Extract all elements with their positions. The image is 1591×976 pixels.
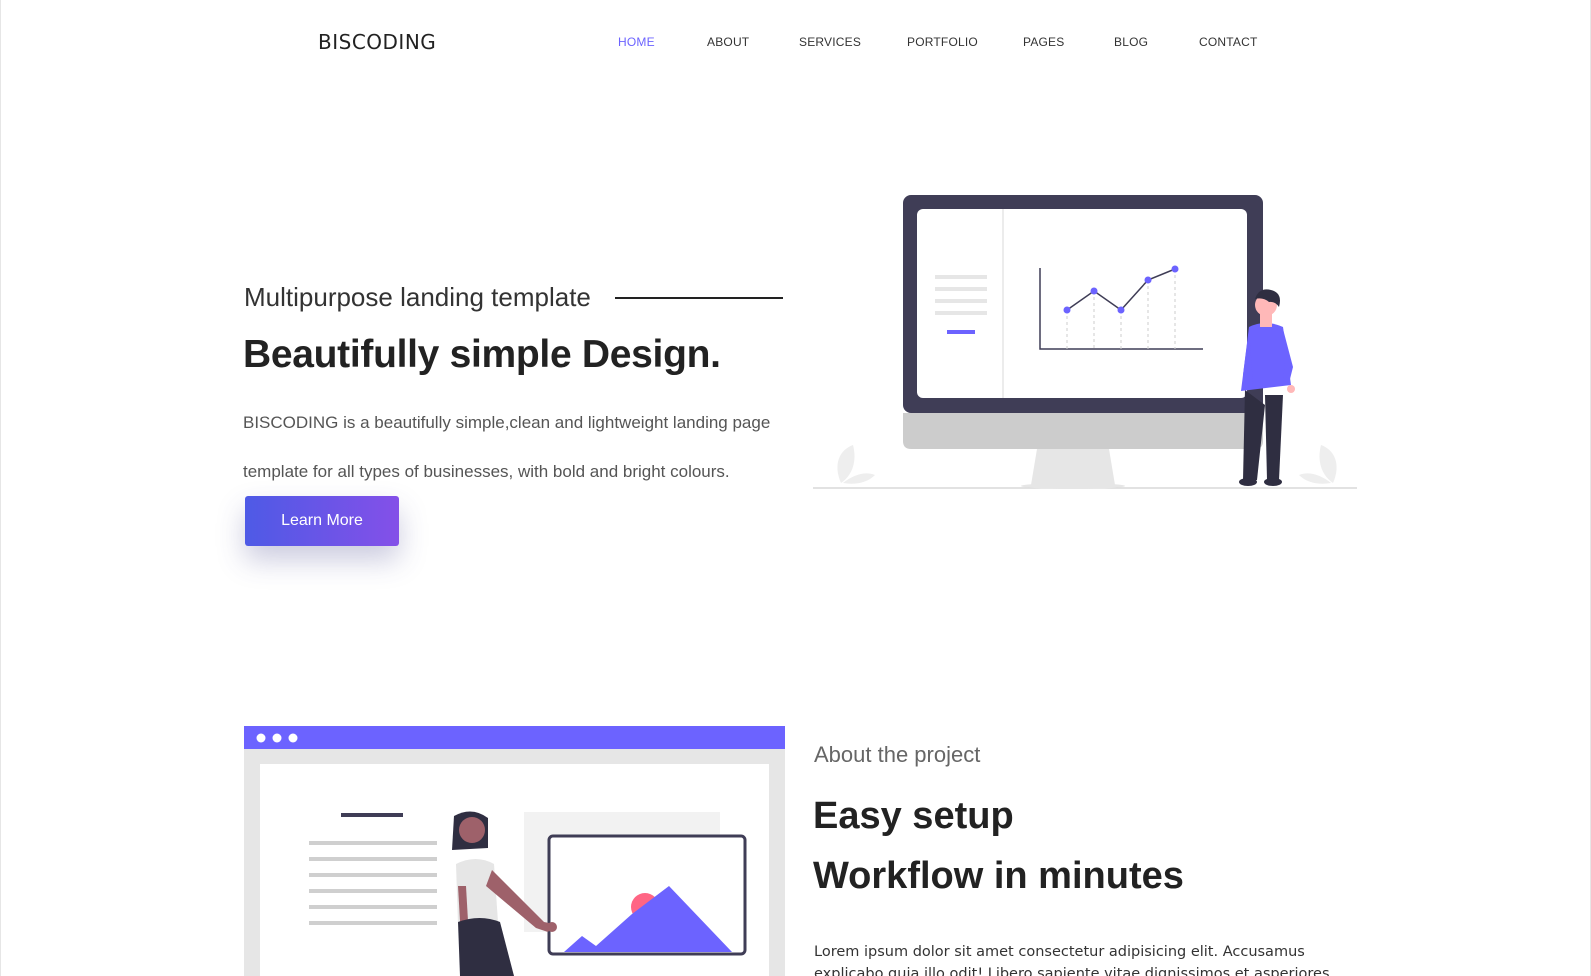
nav-item-about[interactable]: ABOUT (707, 35, 749, 49)
hero-title: Beautifully simple Design. (243, 333, 721, 376)
nav-item-portfolio[interactable]: PORTFOLIO (907, 35, 978, 49)
leaf-right-icon (1299, 445, 1337, 484)
about-title-line-1: Easy setup (813, 795, 1014, 837)
nav-item-contact[interactable]: CONTACT (1199, 35, 1258, 49)
nav-item-blog[interactable]: BLOG (1114, 35, 1148, 49)
learn-more-button[interactable]: Learn More (245, 496, 399, 546)
hero-subtitle-divider (615, 297, 783, 299)
brand-logo[interactable]: BISCODING (318, 30, 436, 54)
about-eyebrow: About the project (814, 742, 981, 767)
nav-item-pages[interactable]: PAGES (1023, 35, 1064, 49)
nav-item-home[interactable]: HOME (618, 35, 655, 49)
about-description: Lorem ipsum dolor sit amet consectetur a… (814, 944, 1330, 976)
browser-window-illustration (244, 726, 785, 976)
about-title-line-2: Workflow in minutes (813, 855, 1184, 897)
hero-subtitle: Multipurpose landing template (244, 282, 591, 312)
nav-item-services[interactable]: SERVICES (799, 35, 861, 49)
hero-description: BISCODING is a beautifully simple,clean … (243, 413, 771, 481)
navbar: BISCODING HOME ABOUT SERVICES PORTFOLIO … (1, 0, 1591, 84)
analytics-monitor-illustration (813, 195, 1357, 489)
leaf-left-icon (837, 445, 875, 484)
